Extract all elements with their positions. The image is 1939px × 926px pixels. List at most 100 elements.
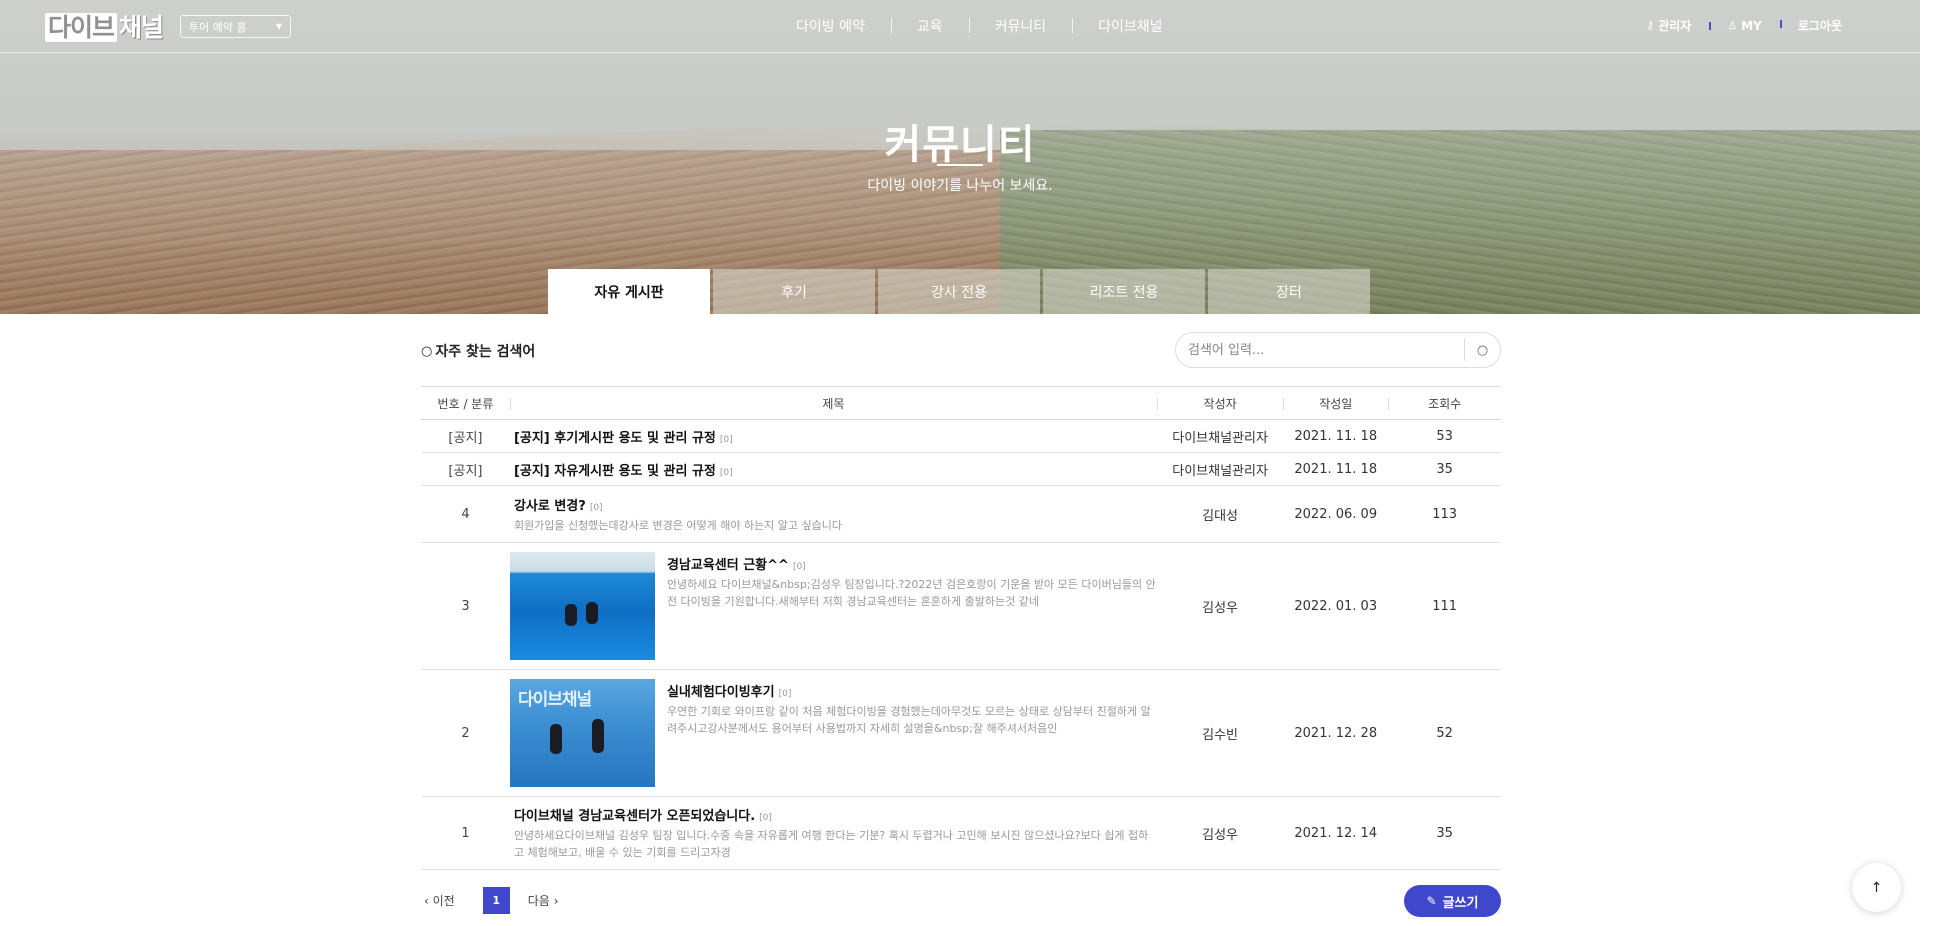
post-table: 번호 / 분류 제목 작성자 작성일 조회수 [공지] [공지] 후기게시판 용… <box>421 386 1501 870</box>
tour-home-select[interactable]: 투어 예약 홈 ▼ <box>180 15 291 38</box>
diver-figure <box>564 604 577 626</box>
post-excerpt: 안녕하세요다이브채널 김성우 팀장 입니다.수중 속을 자유롭게 여행 한다는 … <box>513 829 1149 859</box>
nav-item-education[interactable]: 교육 <box>890 16 969 36</box>
col-header-number: 번호 / 분류 <box>421 386 510 420</box>
post-views: 35 <box>1388 796 1501 870</box>
table-row[interactable]: 3 경남교육센터 근황^^ [0] 안녕하세요 다이브채널&nbsp;김성우 팀장… <box>421 542 1501 670</box>
post-date: 2022. 06. 09 <box>1283 485 1389 543</box>
search-icon: ○ <box>1476 342 1489 358</box>
user-icon: ♙ <box>1727 19 1738 32</box>
post-date: 2022. 01. 03 <box>1283 542 1389 670</box>
comment-count: [0] <box>759 813 772 823</box>
table-row[interactable]: 4 강사로 변경? [0] 회원가입을 신청했는데강사로 변경은 어떻게 해야 하… <box>421 485 1501 543</box>
title-divider <box>937 164 983 166</box>
pen-icon: ✎ <box>1426 894 1437 908</box>
next-page-button[interactable]: 다음 › <box>528 892 559 909</box>
page-title: 커뮤니티 <box>884 122 1036 168</box>
chevron-left-icon: ‹ <box>424 893 433 908</box>
table-row[interactable]: [공지] [공지] 후기게시판 용도 및 관리 규정 [0] 다이브채널관리자 2… <box>421 419 1501 453</box>
comment-count: [0] <box>792 562 806 572</box>
tour-select-value: 투어 예약 홈 <box>189 20 247 34</box>
post-title[interactable]: 경남교육센터 근황^^ <box>667 558 789 573</box>
post-author: 김성우 <box>1156 542 1284 670</box>
comment-count: [0] <box>778 689 792 699</box>
tab-free-board[interactable]: 자유 게시판 <box>548 269 710 314</box>
post-date: 2021. 12. 28 <box>1283 669 1389 797</box>
post-views: 52 <box>1388 669 1501 797</box>
post-thumbnail[interactable] <box>509 552 655 660</box>
thumbnail-watermark: 다이브채널 <box>517 690 592 710</box>
post-author: 김성우 <box>1156 796 1284 870</box>
nav-item-diving-reservation[interactable]: 다이빙 예약 <box>770 16 891 36</box>
post-number: 4 <box>421 485 510 543</box>
table-header-row: 번호 / 분류 제목 작성자 작성일 조회수 <box>421 386 1501 420</box>
search-row: ○ 자주 찾는 검색어 ○ <box>421 314 1501 386</box>
util-nav: ⚷ 관리자 ♙ MY 로그아웃 <box>1628 17 1860 34</box>
my-link[interactable]: ♙ MY <box>1709 19 1780 33</box>
frequent-search-label: ○ 자주 찾는 검색어 <box>421 343 536 361</box>
top-navigation: 다이브 채널 투어 예약 홈 ▼ 다이빙 예약 교육 커뮤니티 다이브채널 ⚷ 관… <box>0 0 1920 53</box>
post-title[interactable]: 강사로 변경? <box>514 499 586 514</box>
prev-page-button[interactable]: ‹ 이전 <box>424 892 455 909</box>
tab-market[interactable]: 장터 <box>1208 269 1370 314</box>
search-icon: ○ <box>421 343 433 359</box>
scroll-top-button[interactable]: ↑ <box>1852 863 1901 912</box>
board-content: ○ 자주 찾는 검색어 ○ 번호 / 분류 제목 작성자 작성일 조회수 [공지… <box>421 314 1501 870</box>
scrollbar-area <box>1920 0 1939 926</box>
post-date: 2021. 11. 18 <box>1283 452 1389 486</box>
post-views: 113 <box>1388 485 1501 543</box>
table-row[interactable]: [공지] [공지] 자유게시판 용도 및 관리 규정 [0] 다이브채널관리자 2… <box>421 452 1501 486</box>
post-title[interactable]: [공지] 후기게시판 용도 및 관리 규정 <box>514 431 716 446</box>
post-number: [공지] <box>421 452 510 486</box>
post-views: 53 <box>1388 419 1501 453</box>
chevron-right-icon: › <box>549 893 559 908</box>
post-title[interactable]: 실내체험다이빙후기 <box>667 685 775 700</box>
post-views: 111 <box>1388 542 1501 670</box>
search-button[interactable]: ○ <box>1464 339 1500 361</box>
pagination: ‹ 이전 1 다음 › <box>421 887 558 914</box>
main-nav: 다이빙 예약 교육 커뮤니티 다이브채널 <box>770 16 1189 36</box>
search-input[interactable] <box>1188 342 1464 358</box>
board-tabs: 자유 게시판 후기 강사 전용 리조트 전용 장터 <box>548 269 1370 314</box>
tab-resorts[interactable]: 리조트 전용 <box>1043 269 1205 314</box>
post-author: 다이브채널관리자 <box>1156 419 1284 453</box>
comment-count: [0] <box>589 502 603 513</box>
comment-count: [0] <box>719 434 733 445</box>
col-header-date: 작성일 <box>1283 386 1389 420</box>
diver-figure <box>549 724 562 754</box>
post-number: 1 <box>421 796 510 870</box>
table-row[interactable]: 1 다이브채널 경남교육센터가 오픈되었습니다. [0] 안녕하세요다이브채널 김… <box>421 796 1501 870</box>
post-number: 2 <box>421 669 510 797</box>
post-number: [공지] <box>421 419 510 453</box>
post-number: 3 <box>421 542 510 670</box>
table-row[interactable]: 2 다이브채널 실내체험다이빙후기 [0] 우연한 기회로 와이프랑 같이 처음 … <box>421 669 1501 797</box>
post-author: 다이브채널관리자 <box>1156 452 1284 486</box>
post-thumbnail[interactable]: 다이브채널 <box>509 679 655 787</box>
diver-figure <box>591 719 604 753</box>
search-box: ○ <box>1175 332 1501 368</box>
post-author: 김수빈 <box>1156 669 1284 797</box>
write-post-button[interactable]: ✎ 글쓰기 <box>1404 885 1501 917</box>
site-logo[interactable]: 다이브 채널 <box>45 10 164 42</box>
post-views: 35 <box>1388 452 1501 486</box>
col-header-views: 조회수 <box>1388 386 1501 420</box>
chevron-down-icon: ▼ <box>275 22 282 31</box>
diver-figure <box>585 602 598 624</box>
key-icon: ⚷ <box>1646 19 1655 32</box>
post-title[interactable]: [공지] 자유게시판 용도 및 관리 규정 <box>514 464 716 479</box>
post-excerpt: 안녕하세요 다이브채널&nbsp;김성우 팀장입니다.?2022년 검은호랑이 … <box>666 578 1156 608</box>
logout-link[interactable]: 로그아웃 <box>1779 17 1860 34</box>
post-excerpt: 회원가입을 신청했는데강사로 변경은 어떻게 해야 하는지 알고 싶습니다 <box>513 518 843 532</box>
post-date: 2021. 12. 14 <box>1283 796 1389 870</box>
post-excerpt: 우연한 기회로 와이프랑 같이 처음 체험다이빙을 경험했는데아무것도 모르는 … <box>666 705 1151 735</box>
post-date: 2021. 11. 18 <box>1283 419 1389 453</box>
nav-item-community[interactable]: 커뮤니티 <box>968 16 1073 36</box>
post-title[interactable]: 다이브채널 경남교육센터가 오픈되었습니다. <box>514 809 755 824</box>
post-author: 김대성 <box>1156 485 1284 543</box>
page-number-current[interactable]: 1 <box>482 887 510 914</box>
tab-instructors[interactable]: 강사 전용 <box>878 269 1040 314</box>
comment-count: [0] <box>719 467 733 478</box>
admin-link[interactable]: ⚷ 관리자 <box>1628 17 1709 34</box>
tab-reviews[interactable]: 후기 <box>713 269 875 314</box>
nav-item-divechannel[interactable]: 다이브채널 <box>1072 16 1188 36</box>
